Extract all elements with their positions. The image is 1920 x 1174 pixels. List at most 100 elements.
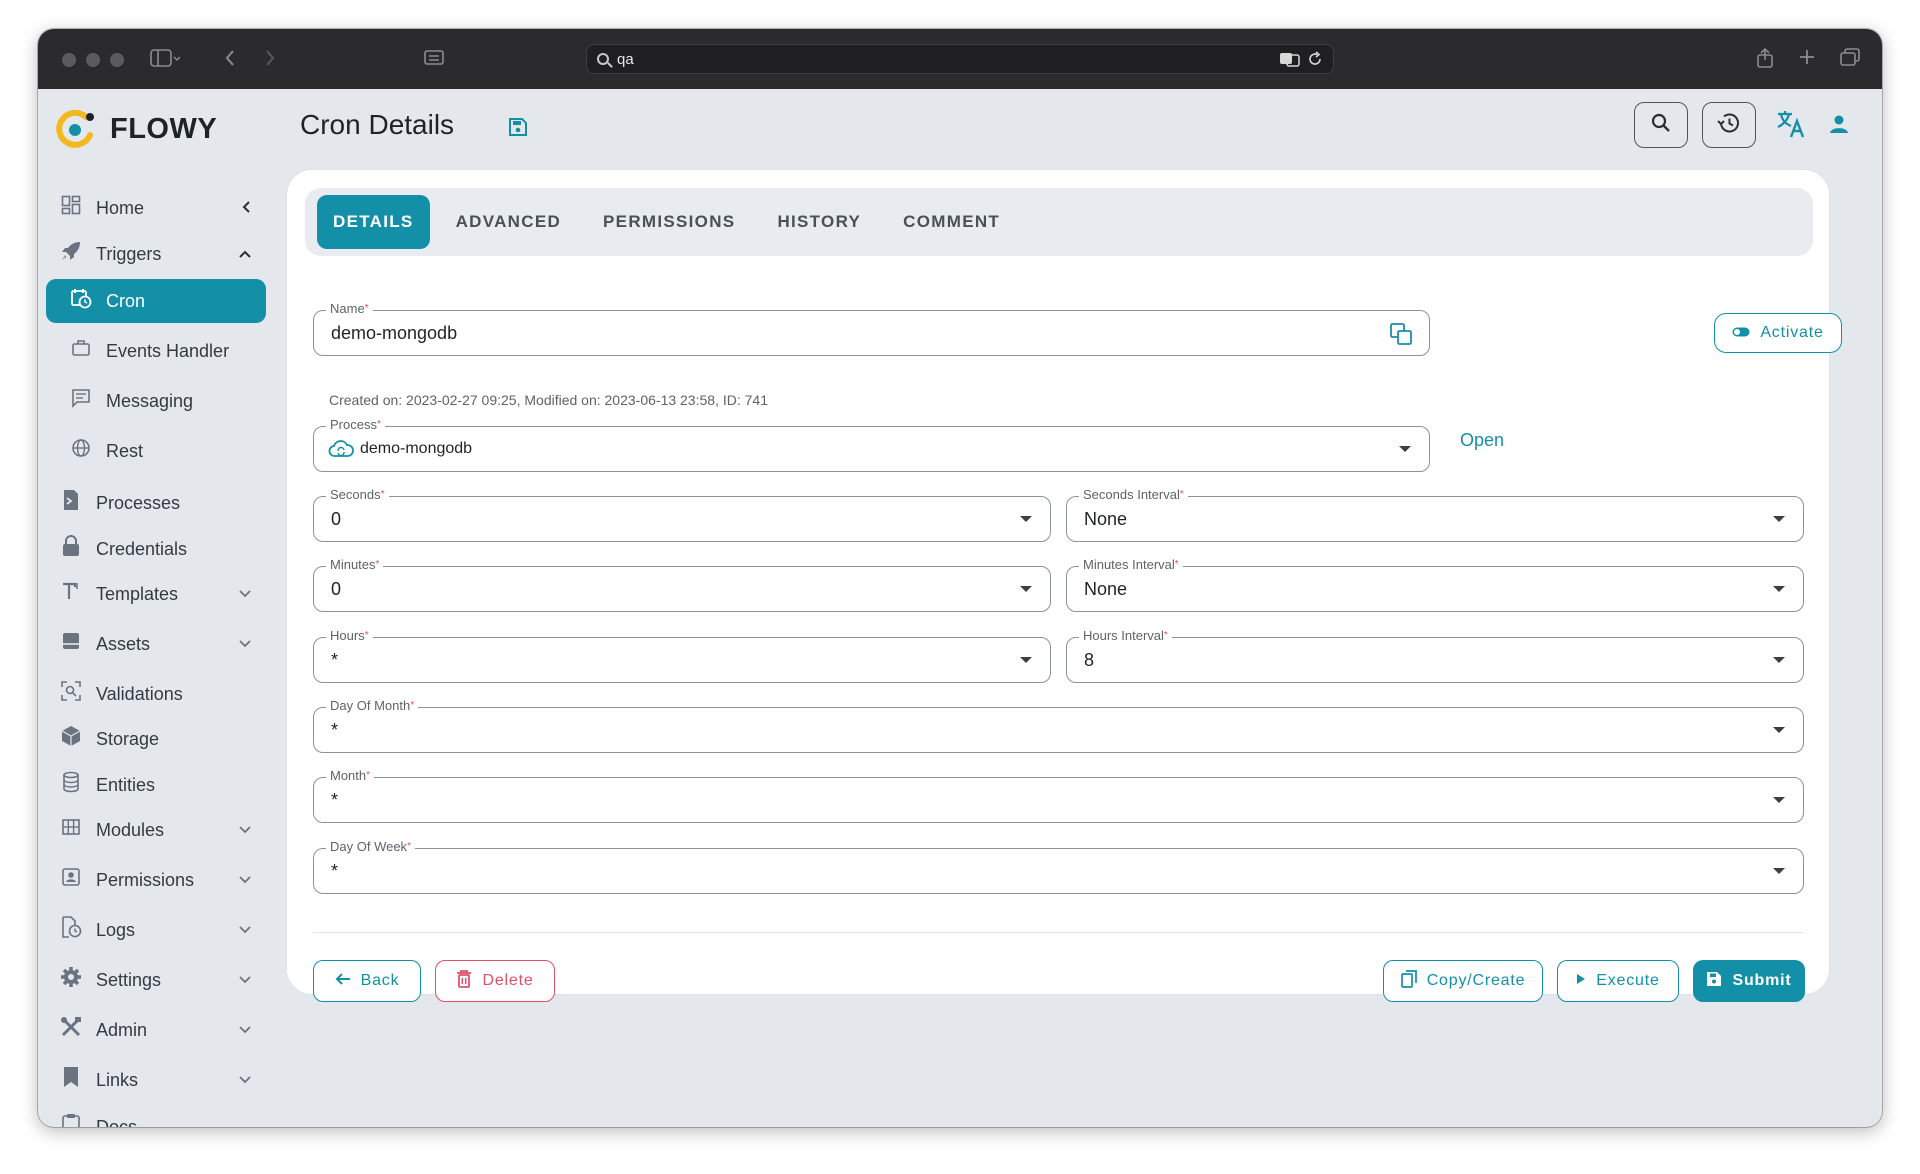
sidebar-item-links[interactable]: Links bbox=[46, 1058, 266, 1102]
activate-button[interactable]: Activate bbox=[1714, 313, 1842, 353]
dropdown-caret-icon bbox=[1399, 446, 1411, 452]
reader-icon[interactable] bbox=[424, 49, 444, 70]
save-icon[interactable] bbox=[508, 117, 528, 137]
reload-icon[interactable] bbox=[1307, 50, 1323, 72]
chevron-down-icon[interactable] bbox=[238, 586, 252, 602]
sidebar-item-entities[interactable]: Entities bbox=[46, 763, 266, 807]
sidebar-item-validations[interactable]: Validations bbox=[46, 672, 266, 716]
window-controls[interactable] bbox=[62, 53, 124, 67]
sidebar-item-assets[interactable]: Assets bbox=[46, 622, 266, 666]
hours-select[interactable]: Hours* * bbox=[313, 628, 1051, 683]
seconds-interval-select[interactable]: Seconds Interval* None bbox=[1066, 487, 1804, 542]
sidebar-item-events-handler[interactable]: Events Handler bbox=[46, 329, 266, 373]
user-profile-button[interactable] bbox=[1822, 109, 1856, 143]
translate-page-icon[interactable] bbox=[1279, 50, 1301, 72]
hours-label-text: Hours bbox=[330, 628, 365, 643]
sidebar-item-rest[interactable]: Rest bbox=[46, 429, 266, 473]
day-of-week-label-text: Day Of Week bbox=[330, 839, 408, 854]
execute-button[interactable]: Execute bbox=[1557, 960, 1679, 1002]
chevron-down-icon[interactable] bbox=[238, 636, 252, 652]
address-bar[interactable]: qa bbox=[586, 44, 1334, 74]
day-of-week-label: Day Of Week* bbox=[326, 839, 415, 855]
close-window-icon[interactable] bbox=[62, 53, 76, 67]
dropdown-caret-icon bbox=[1020, 586, 1032, 592]
seconds-select[interactable]: Seconds* 0 bbox=[313, 487, 1051, 542]
sidebar-item-modules[interactable]: Modules bbox=[46, 808, 266, 852]
sidebar-item-messaging[interactable]: Messaging bbox=[46, 379, 266, 423]
tab-bar: DETAILS ADVANCED PERMISSIONS HISTORY COM… bbox=[305, 188, 1813, 256]
name-label: Name* bbox=[326, 301, 373, 317]
sidebar-item-permissions[interactable]: Permissions bbox=[46, 858, 266, 902]
history-button[interactable] bbox=[1702, 102, 1756, 148]
sidebar-item-logs[interactable]: Logs bbox=[46, 908, 266, 952]
process-select[interactable]: Process* demo-mongodb bbox=[313, 417, 1430, 472]
minutes-value: 0 bbox=[331, 579, 342, 599]
search-button[interactable] bbox=[1634, 102, 1688, 148]
tools-icon bbox=[58, 1016, 84, 1044]
sidebar-item-label: Docs bbox=[96, 1116, 138, 1128]
name-field[interactable]: Name* demo-mongodb bbox=[313, 301, 1430, 356]
day-of-month-select[interactable]: Day Of Month* * bbox=[313, 698, 1804, 753]
forward-arrow-icon[interactable] bbox=[264, 49, 276, 70]
new-tab-icon[interactable] bbox=[1798, 48, 1816, 69]
tab-overview-icon[interactable] bbox=[1840, 48, 1860, 69]
back-arrow-icon[interactable] bbox=[224, 49, 236, 70]
sidebar-item-triggers[interactable]: Triggers bbox=[46, 232, 266, 276]
maximize-window-icon[interactable] bbox=[110, 53, 124, 67]
tab-history[interactable]: HISTORY bbox=[761, 195, 877, 249]
sidebar-toggle-icon[interactable] bbox=[150, 49, 181, 70]
sidebar-item-templates[interactable]: Templates bbox=[46, 572, 266, 616]
minutes-interval-label-text: Minutes Interval bbox=[1083, 557, 1175, 572]
copy-icon[interactable] bbox=[1389, 322, 1413, 351]
day-of-week-value: * bbox=[331, 861, 339, 881]
submit-button[interactable]: Submit bbox=[1693, 960, 1805, 1002]
sidebar-item-processes[interactable]: Processes bbox=[46, 481, 266, 525]
minutes-select[interactable]: Minutes* 0 bbox=[313, 557, 1051, 612]
seconds-interval-label-text: Seconds Interval bbox=[1083, 487, 1180, 502]
sidebar-item-label: Permissions bbox=[96, 869, 195, 890]
chevron-down-icon[interactable] bbox=[238, 922, 252, 938]
chevron-left-icon[interactable] bbox=[242, 200, 252, 217]
hours-interval-select[interactable]: Hours Interval* 8 bbox=[1066, 628, 1804, 683]
chevron-down-icon[interactable] bbox=[238, 972, 252, 988]
seconds-label-text: Seconds bbox=[330, 487, 381, 502]
minimize-window-icon[interactable] bbox=[86, 53, 100, 67]
sidebar-item-label: Rest bbox=[106, 440, 144, 461]
delete-button[interactable]: Delete bbox=[435, 960, 555, 1002]
day-of-week-select[interactable]: Day Of Week* * bbox=[313, 839, 1804, 894]
chevron-down-icon[interactable] bbox=[238, 1072, 252, 1088]
sidebar-item-settings[interactable]: Settings bbox=[46, 958, 266, 1002]
search-icon bbox=[1650, 112, 1672, 139]
dropdown-caret-icon bbox=[1773, 586, 1785, 592]
sidebar-item-docs[interactable]: Docs bbox=[46, 1105, 266, 1127]
dropdown-caret-icon bbox=[1773, 657, 1785, 663]
sidebar-item-storage[interactable]: Storage bbox=[46, 717, 266, 761]
month-select[interactable]: Month* * bbox=[313, 768, 1804, 823]
tab-comment[interactable]: COMMENT bbox=[887, 195, 1016, 249]
chevron-down-icon[interactable] bbox=[238, 822, 252, 838]
chevron-up-icon[interactable] bbox=[238, 246, 252, 262]
text-format-icon bbox=[58, 581, 84, 607]
sidebar-item-admin[interactable]: Admin bbox=[46, 1008, 266, 1052]
sidebar-item-home[interactable]: Home bbox=[46, 186, 266, 230]
share-icon[interactable] bbox=[1756, 47, 1774, 72]
chevron-down-icon[interactable] bbox=[238, 1022, 252, 1038]
back-button[interactable]: Back bbox=[313, 960, 421, 1002]
app-logo[interactable]: FLOWY bbox=[56, 109, 217, 149]
translate-button[interactable] bbox=[1774, 109, 1808, 143]
tab-details[interactable]: DETAILS bbox=[317, 195, 430, 249]
flowy-logo-icon bbox=[56, 109, 96, 149]
sidebar-item-cron[interactable]: Cron bbox=[46, 279, 266, 323]
sidebar-item-credentials[interactable]: Credentials bbox=[46, 527, 266, 571]
minutes-interval-select[interactable]: Minutes Interval* None bbox=[1066, 557, 1804, 612]
dropdown-caret-icon bbox=[1020, 657, 1032, 663]
copy-create-button[interactable]: Copy/Create bbox=[1383, 960, 1543, 1002]
chevron-down-icon[interactable] bbox=[238, 872, 252, 888]
tab-permissions[interactable]: PERMISSIONS bbox=[587, 195, 751, 249]
app-name: FLOWY bbox=[110, 112, 218, 145]
open-process-link[interactable]: Open bbox=[1460, 430, 1504, 451]
page-title: Cron Details bbox=[300, 109, 455, 140]
sidebar-item-label: Triggers bbox=[96, 243, 162, 264]
tab-advanced[interactable]: ADVANCED bbox=[440, 195, 577, 249]
save-icon bbox=[1706, 971, 1722, 992]
